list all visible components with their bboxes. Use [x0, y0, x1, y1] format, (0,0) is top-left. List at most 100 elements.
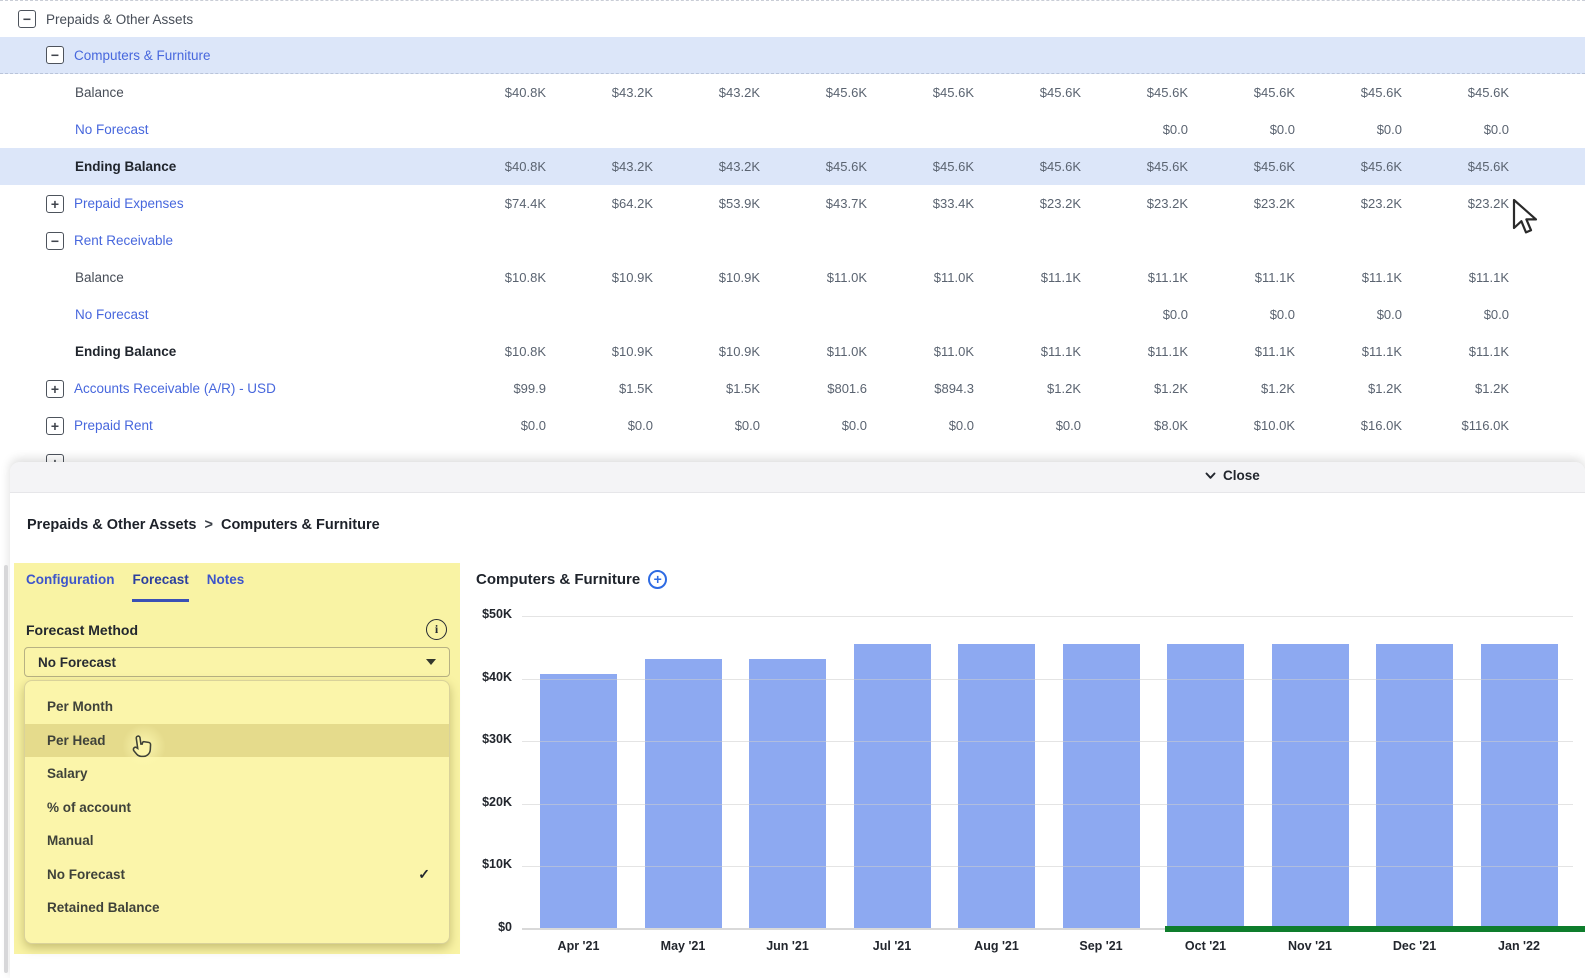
tab-notes[interactable]: Notes: [207, 572, 245, 602]
breadcrumb-separator: >: [205, 517, 213, 533]
collapse-icon[interactable]: −: [46, 46, 64, 64]
cell-value: $43.2K: [548, 85, 655, 100]
forecast-period-line: [1165, 926, 1585, 932]
row-label-cell: No Forecast: [0, 296, 441, 333]
config-tabs: Configuration Forecast Notes: [14, 563, 460, 602]
cell-value: $43.7K: [762, 196, 869, 211]
detail-panel: Close Prepaids & Other Assets > Computer…: [10, 462, 1585, 978]
y-axis-tick: $20K: [460, 795, 512, 809]
menu-option[interactable]: Per Month: [25, 690, 449, 724]
table-row[interactable]: −Prepaids & Other Assets: [0, 0, 1585, 37]
bar-oct21[interactable]: [1167, 644, 1244, 929]
forecast-method-menu: Per Month Per Head Salary % of accountManua…: [24, 680, 450, 944]
scrollbar[interactable]: [4, 565, 8, 973]
cell-value: $45.6K: [976, 85, 1083, 100]
menu-option[interactable]: Salary: [25, 757, 449, 791]
x-axis-label: Jul '21: [844, 939, 940, 953]
table-row[interactable]: −Computers & Furniture: [0, 37, 1585, 74]
menu-option[interactable]: Retained Balance: [25, 891, 449, 925]
bar-jan22[interactable]: [1481, 644, 1558, 929]
cell-value: $0.0: [869, 418, 976, 433]
table-row[interactable]: −Rent Receivable: [0, 222, 1585, 259]
table-row[interactable]: No Forecast$0.0$0.0$0.0$0.0: [0, 111, 1585, 148]
cell-value: $0.0: [441, 418, 548, 433]
menu-option[interactable]: Per Head: [25, 724, 449, 758]
bar-nov21[interactable]: [1272, 644, 1349, 929]
cell-value: $74.4K: [441, 196, 548, 211]
x-axis-label: Nov '21: [1262, 939, 1358, 953]
cell-value: $33.4K: [869, 196, 976, 211]
x-axis-label: Aug '21: [949, 939, 1045, 953]
accounts-table: −Prepaids & Other Assets−Computers & Fur…: [0, 0, 1585, 481]
row-label-cell: Balance: [0, 74, 441, 111]
forecast-method-select[interactable]: No Forecast: [24, 647, 450, 677]
row-label: Ending Balance: [75, 344, 176, 359]
cell-value: $116.0K: [1404, 418, 1511, 433]
menu-option-label: Salary: [47, 766, 88, 781]
tab-forecast[interactable]: Forecast: [132, 572, 188, 602]
expand-icon[interactable]: +: [46, 195, 64, 213]
menu-option[interactable]: No Forecast ✓: [25, 858, 449, 892]
breadcrumb-current: Computers & Furniture: [221, 517, 380, 533]
cell-value: $0.0: [1404, 122, 1511, 137]
cell-value: $45.6K: [1404, 85, 1511, 100]
table-row[interactable]: +Accounts Receivable (A/R) - USD$99.9$1.…: [0, 370, 1585, 407]
close-button[interactable]: Close: [1205, 468, 1260, 483]
collapse-icon[interactable]: −: [46, 232, 64, 250]
menu-option-label: No Forecast: [47, 867, 125, 882]
hand-cursor: [130, 733, 154, 761]
menu-option[interactable]: Manual: [25, 824, 449, 858]
cell-value: $45.6K: [1083, 85, 1190, 100]
table-row[interactable]: Balance$10.8K$10.9K$10.9K$11.0K$11.0K$11…: [0, 259, 1585, 296]
bar-jul21[interactable]: [854, 644, 931, 929]
caret-down-icon: [426, 659, 436, 665]
expand-icon[interactable]: +: [46, 380, 64, 398]
panel-header-bar: Close: [10, 462, 1585, 493]
table-row[interactable]: +Prepaid Expenses$74.4K$64.2K$53.9K$43.7…: [0, 185, 1585, 222]
x-axis-label: May '21: [635, 939, 731, 953]
check-icon: ✓: [418, 866, 430, 883]
gridline: [522, 741, 1573, 742]
x-axis-label: Jun '21: [740, 939, 836, 953]
x-axis-label: Dec '21: [1367, 939, 1463, 953]
cell-value: $43.2K: [655, 85, 762, 100]
close-label: Close: [1223, 468, 1260, 483]
table-row[interactable]: No Forecast$0.0$0.0$0.0$0.0: [0, 296, 1585, 333]
bar-dec21[interactable]: [1376, 644, 1453, 929]
table-row[interactable]: +Prepaid Rent$0.0$0.0$0.0$0.0$0.0$0.0$8.…: [0, 407, 1585, 444]
cell-value: $11.1K: [1083, 270, 1190, 285]
table-row[interactable]: Ending Balance$40.8K$43.2K$43.2K$45.6K$4…: [0, 148, 1585, 185]
expand-icon[interactable]: +: [46, 417, 64, 435]
bar-may21[interactable]: [645, 659, 722, 929]
info-icon[interactable]: i: [426, 619, 447, 640]
gridline: [522, 616, 1573, 617]
cell-value: $43.2K: [548, 159, 655, 174]
cell-value: $1.2K: [1083, 381, 1190, 396]
table-row[interactable]: Balance$40.8K$43.2K$43.2K$45.6K$45.6K$45…: [0, 74, 1585, 111]
menu-option[interactable]: % of account: [25, 791, 449, 825]
cell-value: $1.2K: [1297, 381, 1404, 396]
bar-sep21[interactable]: [1063, 644, 1140, 929]
cell-value: $53.9K: [655, 196, 762, 211]
cell-value: $11.1K: [1297, 344, 1404, 359]
bar-aug21[interactable]: [958, 644, 1035, 929]
bar-jun21[interactable]: [749, 659, 826, 929]
tab-configuration[interactable]: Configuration: [26, 572, 114, 602]
cell-value: $1.2K: [1404, 381, 1511, 396]
row-label: Computers & Furniture: [74, 48, 211, 63]
breadcrumb-parent[interactable]: Prepaids & Other Assets: [27, 517, 197, 533]
x-axis-label: Oct '21: [1158, 939, 1254, 953]
collapse-icon[interactable]: −: [18, 10, 36, 28]
cell-value: $0.0: [548, 418, 655, 433]
cell-value: $99.9: [441, 381, 548, 396]
menu-option-label: Per Month: [47, 699, 113, 714]
row-label: Rent Receivable: [74, 233, 173, 248]
table-row[interactable]: Ending Balance$10.8K$10.9K$10.9K$11.0K$1…: [0, 333, 1585, 370]
cell-value: $45.6K: [1083, 159, 1190, 174]
cell-value: $10.9K: [548, 270, 655, 285]
cell-value: $1.5K: [655, 381, 762, 396]
bar-apr21[interactable]: [540, 674, 617, 929]
x-axis-label: Jan '22: [1471, 939, 1567, 953]
cell-value: $23.2K: [1297, 196, 1404, 211]
row-label-cell: +Prepaid Expenses: [0, 185, 441, 222]
